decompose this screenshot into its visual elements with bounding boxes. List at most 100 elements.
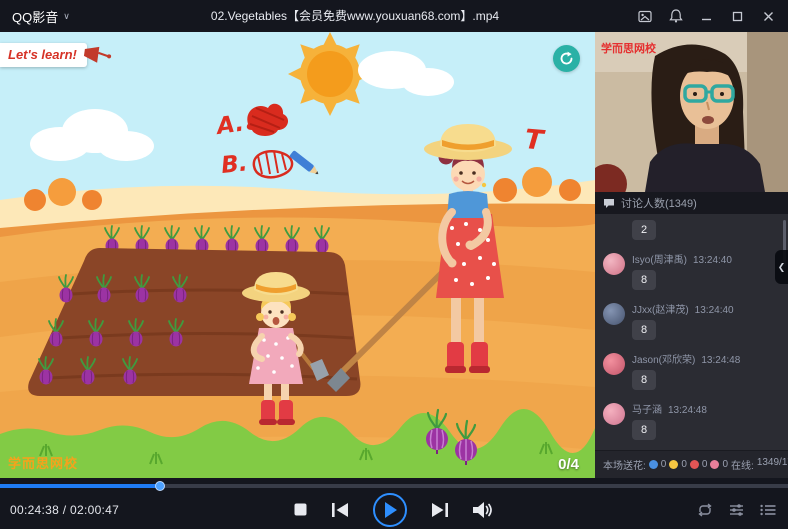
- avatar: [603, 403, 625, 425]
- titlebar: QQ影音 ∨ 02.Vegetables【会员免费www.youxuan68.c…: [0, 0, 788, 32]
- screenshot-button[interactable]: [629, 0, 660, 32]
- side-panel: 学而思网校 讨论人数(1349) 2: [595, 32, 788, 478]
- annotation-letter-a: A.: [213, 110, 245, 140]
- message-bubble: 2: [632, 220, 656, 240]
- stop-button[interactable]: [294, 503, 307, 516]
- avatar: [603, 303, 625, 325]
- flower-count: 0: [722, 459, 728, 470]
- video-watermark: 学而思网校: [8, 453, 78, 472]
- flower-icon-pink: [710, 460, 719, 469]
- message-meta: JJxx(赵津茂) 13:24:40: [632, 301, 734, 316]
- message-bubble: 8: [632, 370, 656, 390]
- flower-count: 0: [702, 459, 708, 470]
- loop-mode-button[interactable]: [697, 503, 713, 517]
- minimize-button[interactable]: [691, 0, 722, 32]
- chat-message: 2: [603, 220, 780, 240]
- play-button[interactable]: [373, 493, 407, 527]
- chat-panel: 讨论人数(1349) 2 Isyo(周津禹) 13:24:40 8: [595, 192, 788, 478]
- flower-icon-yellow: [669, 460, 678, 469]
- play-icon: [382, 501, 398, 519]
- banner-marker-icon: [82, 44, 112, 73]
- playback-controls: [294, 493, 494, 527]
- window-controls: [629, 0, 788, 32]
- flowers-label: 本场送花:: [603, 457, 646, 472]
- lets-learn-banner: Let's learn!: [0, 43, 87, 67]
- chat-message: JJxx(赵津茂) 13:24:40 8: [603, 301, 780, 340]
- message-bubble: 8: [632, 420, 656, 440]
- next-button[interactable]: [431, 503, 449, 517]
- teacher-video: [595, 32, 788, 192]
- screenshot-icon: [638, 10, 652, 23]
- close-icon: [763, 11, 774, 22]
- stop-icon: [294, 503, 307, 516]
- qq-player-window: QQ影音 ∨ 02.Vegetables【会员免费www.youxuan68.c…: [0, 0, 788, 529]
- video-area[interactable]: A. B. T: [0, 32, 595, 478]
- minimize-icon: [701, 11, 712, 22]
- message-time: 13:24:48: [668, 405, 707, 416]
- online-label: 在线:: [731, 457, 754, 472]
- sender-name: Jason(邓欣荣): [632, 355, 695, 366]
- previous-icon: [331, 503, 349, 517]
- progress-bar[interactable]: [0, 480, 788, 490]
- chat-footer: 本场送花: 0 0 0 0 在线: 1349/1780: [595, 450, 788, 478]
- playlist-button[interactable]: [760, 504, 776, 516]
- progress-fill: [0, 484, 160, 488]
- webcam-watermark: 学而思网校: [601, 40, 656, 56]
- chevron-down-icon: ∨: [63, 11, 70, 22]
- volume-button[interactable]: [473, 502, 494, 518]
- refresh-icon: [559, 51, 574, 66]
- playlist-icon: [760, 504, 776, 516]
- chat-message: 马子涵 13:24:48 8: [603, 401, 780, 440]
- sender-name: Isyo(周津禹): [632, 255, 687, 266]
- message-bubble: 8: [632, 320, 656, 340]
- flower-count: 0: [681, 459, 687, 470]
- message-time: 13:24:40: [693, 255, 732, 266]
- content-area: A. B. T: [0, 32, 788, 478]
- chat-header: 讨论人数(1349): [595, 192, 788, 214]
- flower-icon-blue: [649, 460, 658, 469]
- maximize-button[interactable]: [722, 0, 753, 32]
- loop-mode-icon: [697, 503, 713, 517]
- online-count: 1349/1780: [757, 457, 788, 472]
- message-meta: 马子涵 13:24:48: [632, 401, 707, 416]
- next-icon: [431, 503, 449, 517]
- close-button[interactable]: [753, 0, 784, 32]
- avatar: [603, 253, 625, 275]
- app-name: QQ影音: [12, 7, 58, 26]
- message-bubble: 8: [632, 270, 656, 290]
- annotation-letter-b: B.: [220, 150, 249, 179]
- refresh-button[interactable]: [553, 45, 580, 72]
- app-menu[interactable]: QQ影音 ∨: [0, 0, 82, 32]
- volume-icon: [473, 502, 494, 518]
- chat-message: Jason(邓欣荣) 13:24:48 8: [603, 351, 780, 390]
- chat-bubble-icon: [603, 198, 615, 209]
- player-options: [697, 503, 776, 517]
- time-display: 00:24:38 / 02:00:47: [10, 503, 119, 517]
- message-meta: Jason(邓欣荣) 13:24:48: [632, 351, 740, 366]
- chevron-left-icon: ❮: [778, 262, 786, 273]
- sender-name: 马子涵: [632, 405, 662, 416]
- chat-message: Isyo(周津禹) 13:24:40 8: [603, 251, 780, 290]
- lets-learn-label: Let's learn!: [8, 47, 77, 62]
- settings-button[interactable]: [729, 503, 744, 517]
- bell-icon: [669, 9, 683, 23]
- flower-icon-red: [690, 460, 699, 469]
- flower-count: 0: [661, 459, 667, 470]
- sender-name: JJxx(赵津茂): [632, 305, 689, 316]
- message-meta: Isyo(周津禹) 13:24:40: [632, 251, 732, 266]
- page-counter: 0/4: [558, 456, 579, 473]
- webcam-view: 学而思网校: [595, 32, 788, 192]
- chat-header-label: 讨论人数(1349): [621, 195, 697, 211]
- player-bar: 00:24:38 / 02:00:47: [0, 478, 788, 529]
- notification-button[interactable]: [660, 0, 691, 32]
- settings-sliders-icon: [729, 503, 744, 517]
- window-title: 02.Vegetables【会员免费www.youxuan68.com】.mp4: [211, 0, 499, 32]
- controls-row: 00:24:38 / 02:00:47: [0, 490, 788, 529]
- avatar: [603, 353, 625, 375]
- collapse-chat-button[interactable]: ❮: [775, 250, 788, 284]
- previous-button[interactable]: [331, 503, 349, 517]
- cartoon-scene: A. B. T: [0, 32, 595, 478]
- message-time: 13:24:48: [701, 355, 740, 366]
- chat-message-list[interactable]: 2 Isyo(周津禹) 13:24:40 8: [595, 214, 788, 450]
- message-time: 13:24:40: [695, 305, 734, 316]
